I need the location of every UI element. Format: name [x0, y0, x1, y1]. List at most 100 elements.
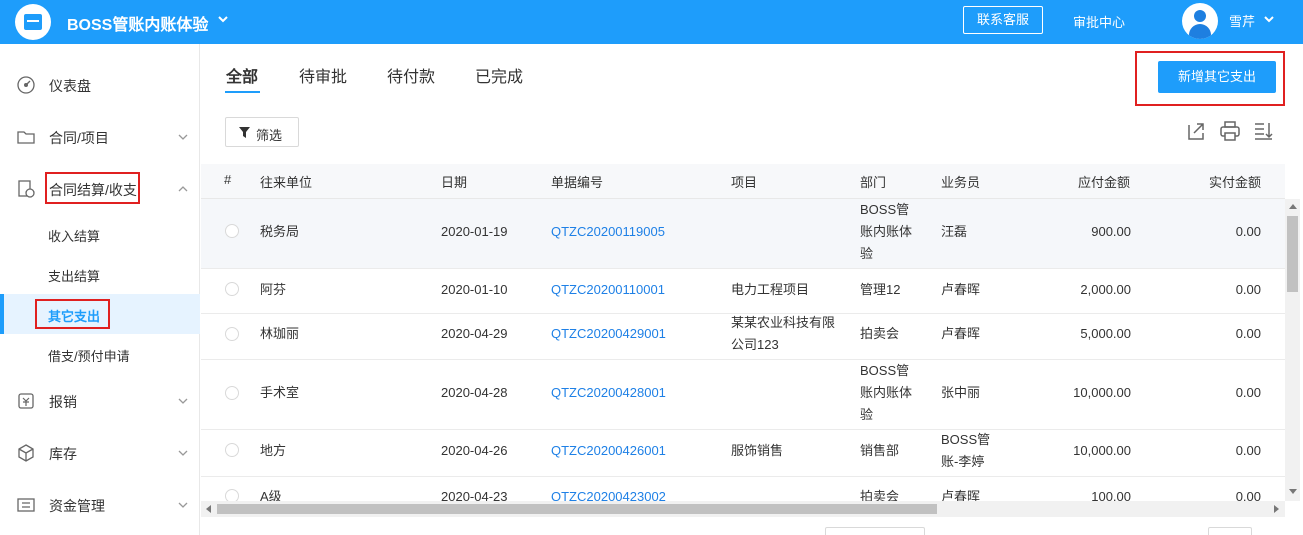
sidebar-subitem-income[interactable]: 收入结算 — [0, 214, 200, 254]
cell-code-link[interactable]: QTZC20200429001 — [551, 323, 666, 345]
row-select-radio[interactable] — [225, 386, 239, 400]
row-select-radio[interactable] — [225, 443, 239, 457]
scrollbar-thumb[interactable] — [1287, 216, 1298, 292]
cell-project: 服饰销售 — [731, 443, 784, 458]
cell-dept: BOSS管 — [860, 202, 910, 217]
cell-payable: 5,000.00 — [1080, 326, 1131, 341]
sidebar-item-inventory[interactable]: 库存 — [0, 432, 200, 472]
export-icon[interactable] — [1185, 120, 1207, 142]
table-header: # 往来单位 日期 单据编号 项目 部门 业务员 应付金额 实付金额 — [201, 164, 1285, 199]
cell-date: 2020-01-19 — [441, 224, 508, 239]
cell-staff: BOSS管 — [941, 432, 991, 447]
store-logo-icon[interactable] — [15, 4, 51, 40]
cell-payable: 10,000.00 — [1073, 385, 1131, 400]
scroll-up-icon[interactable] — [1289, 204, 1297, 209]
username[interactable]: 雪芹 — [1229, 11, 1255, 30]
chevron-up-icon — [178, 186, 188, 192]
sidebar-subitem-label: 支出结算 — [48, 269, 101, 284]
reimburse-icon — [18, 393, 34, 409]
sidebar-item-reimburse[interactable]: 报销 — [0, 380, 200, 420]
tab-pending-approval[interactable]: 待审批 — [299, 63, 347, 87]
cell-unit: 手术室 — [260, 385, 300, 400]
tab-active-indicator — [225, 91, 260, 93]
cell-dept: 拍卖会 — [860, 489, 900, 501]
cell-code-link[interactable]: QTZC20200423002 — [551, 486, 666, 501]
table-row[interactable]: 税务局 2020-01-19 QTZC20200119005 BOSS管 账内账… — [201, 199, 1285, 269]
page-size-select[interactable] — [825, 527, 925, 535]
cell-staff: 卢春晖 — [941, 326, 981, 341]
row-select-radio[interactable] — [225, 489, 239, 501]
column-header: 单据编号 — [551, 175, 604, 190]
cell-code-link[interactable]: QTZC20200119005 — [551, 221, 665, 243]
print-icon[interactable] — [1219, 120, 1241, 142]
cell-unit: A级 — [260, 489, 282, 501]
table-row[interactable]: 阿芬 2020-01-10 QTZC20200110001 电力工程项目 管理1… — [201, 270, 1285, 314]
cell-paid: 0.00 — [1235, 224, 1261, 239]
row-select-radio[interactable] — [225, 224, 239, 238]
cell-staff: 账-李婷 — [941, 454, 985, 469]
user-avatar[interactable] — [1182, 3, 1218, 39]
vertical-scrollbar[interactable] — [1285, 199, 1300, 501]
cell-date: 2020-04-29 — [441, 326, 508, 341]
sidebar-subitem-advance[interactable]: 借支/预付申请 — [0, 334, 200, 374]
company-name[interactable]: BOSS管账内账体验 — [67, 11, 208, 35]
cell-date: 2020-04-23 — [441, 489, 508, 501]
chevron-down-icon[interactable] — [1263, 13, 1275, 25]
cell-paid: 0.00 — [1235, 326, 1261, 341]
sidebar: 仪表盘 合同/项目 合同结算/收支 收入结算 支出结算 其它支出 借支/预付申请… — [0, 44, 200, 535]
approval-center-link[interactable]: 审批中心 — [1073, 12, 1125, 31]
cell-unit: 阿芬 — [260, 282, 287, 297]
scroll-left-icon[interactable] — [206, 505, 211, 513]
sidebar-item-funds[interactable]: 资金管理 — [0, 484, 200, 524]
cell-paid: 0.00 — [1235, 443, 1261, 458]
cell-code-link[interactable]: QTZC20200428001 — [551, 382, 666, 404]
dashboard-icon — [17, 76, 35, 94]
sidebar-subitem-label: 收入结算 — [48, 229, 101, 244]
column-header: 实付金额 — [1209, 175, 1262, 190]
cell-dept: 验 — [860, 407, 874, 422]
cell-paid: 0.00 — [1235, 385, 1261, 400]
table-row[interactable]: 林珈丽 2020-04-29 QTZC20200429001 某某农业科技有限 … — [201, 315, 1285, 360]
cell-dept: 验 — [860, 246, 874, 261]
column-header: 部门 — [860, 175, 887, 190]
cell-unit: 地方 — [260, 443, 287, 458]
page-jump-input[interactable] — [1208, 527, 1252, 535]
chevron-down-icon — [178, 450, 188, 456]
scrollbar-thumb[interactable] — [217, 504, 937, 514]
cell-paid: 0.00 — [1235, 282, 1261, 297]
row-select-radio[interactable] — [225, 282, 239, 296]
sidebar-item-label: 资金管理 — [49, 498, 105, 514]
table-row[interactable]: 地方 2020-04-26 QTZC20200426001 服饰销售 销售部 B… — [201, 431, 1285, 477]
row-select-radio[interactable] — [225, 327, 239, 341]
table-row[interactable]: A级 2020-04-23 QTZC20200423002 拍卖会 卢春晖 10… — [201, 478, 1285, 501]
horizontal-scrollbar[interactable] — [201, 501, 1285, 517]
cell-code-link[interactable]: QTZC20200426001 — [551, 440, 666, 462]
tab-all[interactable]: 全部 — [226, 63, 258, 87]
add-other-expense-button[interactable]: 新增其它支出 — [1158, 61, 1276, 93]
cell-staff: 卢春晖 — [941, 282, 981, 297]
cell-payable: 10,000.00 — [1073, 443, 1131, 458]
sidebar-item-contract[interactable]: 合同/项目 — [0, 116, 200, 156]
sidebar-subitem-expense[interactable]: 支出结算 — [0, 254, 200, 294]
cell-code-link[interactable]: QTZC20200110001 — [551, 279, 665, 301]
cell-payable: 100.00 — [1091, 489, 1131, 501]
tab-completed[interactable]: 已完成 — [475, 63, 523, 87]
cell-dept: 账内账体 — [860, 385, 913, 400]
contact-support-button[interactable]: 联系客服 — [963, 6, 1043, 34]
sidebar-item-label: 报销 — [49, 394, 77, 410]
scroll-right-icon[interactable] — [1274, 505, 1279, 513]
filter-button[interactable]: 筛选 — [225, 117, 299, 147]
tab-pending-payment[interactable]: 待付款 — [387, 63, 435, 87]
chevron-down-icon — [178, 502, 188, 508]
table-row[interactable]: 手术室 2020-04-28 QTZC20200428001 BOSS管 账内账… — [201, 361, 1285, 430]
scroll-down-icon[interactable] — [1289, 489, 1297, 494]
folder-icon — [17, 131, 35, 144]
cell-unit: 林珈丽 — [260, 326, 300, 341]
active-indicator — [0, 294, 4, 334]
column-header: # — [224, 172, 232, 187]
chevron-down-icon[interactable] — [216, 12, 230, 26]
sidebar-item-label: 库存 — [49, 446, 77, 462]
column-settings-icon[interactable] — [1252, 120, 1274, 142]
filter-icon — [239, 127, 250, 138]
sidebar-item-dashboard[interactable]: 仪表盘 — [0, 64, 200, 104]
